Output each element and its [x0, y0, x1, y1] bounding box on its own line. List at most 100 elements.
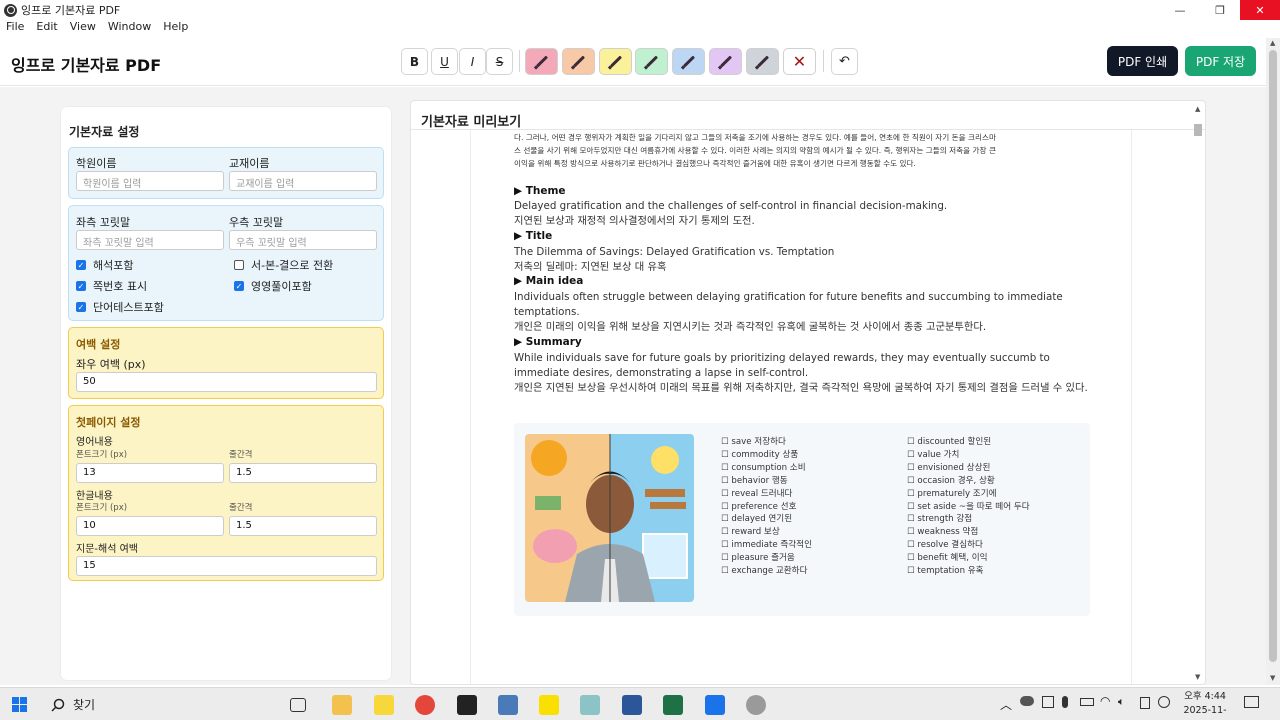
taskbar-clock[interactable]: 오후 4:44 2025-11-21	[1180, 690, 1230, 720]
margin-title: 여백 설정	[76, 338, 121, 351]
pen-icon	[572, 55, 585, 68]
strikethrough-button[interactable]: S	[486, 48, 513, 75]
checkbox-english-definition[interactable]: ✓ 영영풀이포함	[234, 278, 312, 294]
chrome-icon[interactable]	[415, 695, 435, 715]
highlight-green-button[interactable]	[635, 48, 668, 75]
underline-button[interactable]: U	[431, 48, 458, 75]
highlight-orange-button[interactable]	[562, 48, 595, 75]
title-bar: 잉프로 기본자료 PDF — ❐ ✕	[0, 0, 1280, 20]
tray-icon[interactable]	[1140, 697, 1150, 709]
left-footer-label: 좌측 꼬릿말	[76, 216, 131, 229]
bold-button[interactable]: B	[401, 48, 428, 75]
taskbar: 찾기 ︿ ◠ 🔈︎ 오후 4:44 2025-11-21	[0, 687, 1280, 720]
scroll-down-arrow-icon[interactable]: ▼	[1195, 673, 1200, 681]
main-idea-korean: 개인은 미래의 이익을 위해 보상을 지연시키는 것과 즉각적인 유혹에 굴복하…	[514, 321, 987, 333]
app-icon[interactable]	[705, 695, 725, 715]
korean-translation-line: 다. 그러나, 어떤 경우 행위자가 계획한 일을 기다리지 않고 그들의 저축…	[514, 133, 996, 142]
app-icon	[4, 3, 17, 17]
menu-help[interactable]: Help	[157, 20, 194, 36]
english-font-size-input[interactable]: 13	[76, 463, 224, 483]
checkbox-page-number[interactable]: ✓ 쪽번호 표시	[76, 278, 147, 294]
window-controls: — ❐ ✕	[1160, 0, 1280, 20]
powershell-icon[interactable]	[622, 695, 642, 715]
taskbar-search-label[interactable]: 찾기	[73, 696, 95, 713]
left-footer-input[interactable]: 좌측 꼬릿말 입력	[76, 230, 224, 250]
vocabulary-item: ☐ benefit 혜택, 이익	[907, 553, 988, 564]
english-line-spacing-input[interactable]: 1.5	[229, 463, 377, 483]
highlight-blue-button[interactable]	[672, 48, 705, 75]
scroll-up-arrow-icon[interactable]: ▲	[1195, 105, 1200, 113]
tray-icon[interactable]	[1042, 696, 1054, 708]
app-icon[interactable]	[457, 695, 477, 715]
korean-translation-line: 스 선물을 사기 위해 모아두었지만 대신 여름휴가에 사용할 수 있다. 이러…	[514, 146, 996, 155]
italic-button[interactable]: I	[459, 48, 486, 75]
excel-icon[interactable]	[663, 695, 683, 715]
checkbox-label: 쪽번호 표시	[93, 280, 148, 293]
close-button[interactable]: ✕	[1240, 0, 1280, 20]
kakaotalk-icon[interactable]	[539, 695, 559, 715]
battery-icon[interactable]	[1080, 698, 1094, 706]
preview-scrollbar-thumb[interactable]	[1194, 124, 1202, 136]
search-icon[interactable]	[51, 698, 65, 712]
task-view-icon[interactable]	[290, 698, 306, 712]
vocabulary-item: ☐ exchange 교환하다	[721, 566, 808, 577]
onedrive-icon[interactable]	[1020, 696, 1034, 706]
notification-icon[interactable]	[1244, 696, 1259, 708]
sticky-notes-icon[interactable]	[374, 695, 394, 715]
highlight-purple-button[interactable]	[709, 48, 742, 75]
pen-icon	[719, 55, 732, 68]
highlight-yellow-button[interactable]	[599, 48, 632, 75]
volume-icon[interactable]: 🔈︎	[1118, 695, 1125, 709]
app-icon[interactable]	[580, 695, 600, 715]
checkbox-intro-body-conclusion[interactable]: 서-본-결으로 전환	[234, 257, 333, 273]
scroll-up-arrow-icon[interactable]: ▲	[1270, 39, 1275, 47]
vocabulary-box: ☐ save 저장하다 ☐ commodity 상품 ☐ consumption 소…	[514, 423, 1090, 616]
maximize-button[interactable]: ❐	[1200, 0, 1240, 20]
file-explorer-icon[interactable]	[332, 695, 352, 715]
checkbox-checked-icon: ✓	[76, 302, 86, 312]
toolbar-divider	[823, 50, 824, 72]
vocabulary-item: ☐ strength 강점	[907, 514, 973, 525]
microphone-icon[interactable]	[1062, 696, 1068, 708]
vocabulary-column-right: ☐ discounted 할인된 ☐ value 가치 ☐ envisioned 상…	[907, 436, 1030, 578]
tray-chevron-icon[interactable]: ︿	[1000, 696, 1012, 713]
highlight-pink-button[interactable]	[525, 48, 558, 75]
undo-button[interactable]: ↶	[831, 48, 858, 75]
vocabulary-item: ☐ consumption 소비	[721, 462, 806, 473]
scroll-down-arrow-icon[interactable]: ▼	[1270, 674, 1275, 682]
korean-line-spacing-input[interactable]: 1.5	[229, 516, 377, 536]
checkbox-include-translation[interactable]: ✓ 해석포함	[76, 257, 133, 273]
vocabulary-item: ☐ reward 보상	[721, 527, 780, 538]
pdf-save-button[interactable]: PDF 저장	[1185, 46, 1256, 76]
window-scrollbar-thumb[interactable]	[1269, 50, 1277, 662]
margin-label: 좌우 여백 (px)	[76, 358, 146, 371]
passage-gap-input[interactable]: 15	[76, 556, 377, 576]
korean-font-size-input[interactable]: 10	[76, 516, 224, 536]
vocabulary-item: ☐ immediate 즉각적인	[721, 540, 812, 551]
menu-edit[interactable]: Edit	[30, 20, 63, 36]
clear-highlight-button[interactable]: ✕	[783, 48, 816, 75]
menu-window[interactable]: Window	[102, 20, 157, 36]
academy-input[interactable]: 학원이름 입력	[76, 171, 224, 191]
wifi-icon[interactable]: ◠	[1100, 694, 1110, 708]
windows-start-icon[interactable]	[12, 697, 28, 713]
checkbox-label: 서-본-결으로 전환	[251, 259, 334, 272]
menu-view[interactable]: View	[64, 20, 102, 36]
preview-scrollbar[interactable]: ▲ ▼	[1193, 103, 1204, 683]
vocabulary-item: ☐ value 가치	[907, 449, 960, 460]
clock-time: 오후 4:44	[1184, 691, 1226, 702]
pen-icon	[682, 55, 695, 68]
pdf-print-button[interactable]: PDF 인쇄	[1107, 46, 1178, 76]
window-scrollbar[interactable]: ▲ ▼	[1266, 38, 1280, 685]
preview-title: 기본자료 미리보기	[421, 115, 522, 130]
menu-file[interactable]: File	[0, 20, 30, 36]
right-footer-input[interactable]: 우측 꼬릿말 입력	[229, 230, 377, 250]
checkbox-word-test[interactable]: ✓ 단어테스트포함	[76, 299, 164, 315]
textbook-input[interactable]: 교재이름 입력	[229, 171, 377, 191]
margin-input[interactable]: 50	[76, 372, 377, 392]
app-icon[interactable]	[498, 695, 518, 715]
highlight-gray-button[interactable]	[746, 48, 779, 75]
electron-app-icon[interactable]	[746, 695, 766, 715]
minimize-button[interactable]: —	[1160, 0, 1200, 20]
tray-icon[interactable]	[1158, 696, 1170, 708]
